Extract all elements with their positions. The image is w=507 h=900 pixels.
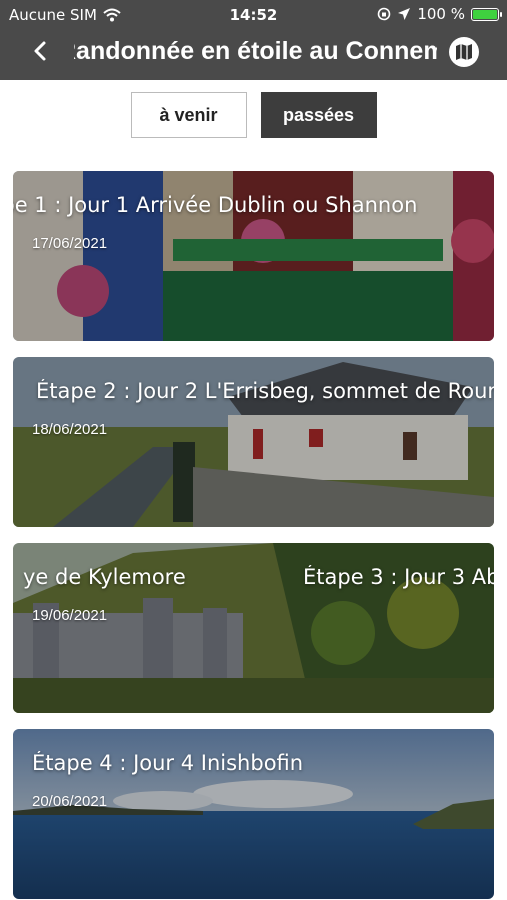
tab-upcoming[interactable]: à venir [130, 92, 247, 138]
card-date: 19/06/2021 [32, 607, 108, 624]
battery-tip [500, 11, 502, 17]
card-date: 17/06/2021 [32, 235, 108, 252]
tab-past[interactable]: passées [260, 92, 377, 138]
status-right: 100 % [377, 5, 502, 23]
stage-card-1[interactable]: Étape 1 : Jour 1 Arrivée Dublin ou Shann… [13, 171, 494, 341]
map-icon [456, 44, 472, 60]
card-title: Étape 4 : Jour 4 Inishbofin [32, 751, 304, 775]
back-button[interactable] [26, 36, 56, 66]
page-title-container: Randonnée en étoile au Connemara [74, 35, 437, 71]
card-title-container: Étape 4 : Jour 4 Inishbofin [13, 751, 494, 785]
card-date: 20/06/2021 [32, 793, 108, 810]
stage-card-4[interactable]: Étape 4 : Jour 4 Inishbofin 20/06/2021 [13, 729, 494, 899]
card-title: Étape 1 : Jour 1 Arrivée Dublin ou Shann… [13, 193, 418, 217]
status-bar: Aucune SIM 14:52 100 % [0, 0, 507, 28]
page-title: Randonnée en étoile au Connemara [74, 37, 437, 65]
chevron-left-icon [34, 41, 46, 61]
location-arrow-icon [398, 8, 411, 20]
navigation-bar: Randonnée en étoile au Connemara [0, 30, 507, 76]
stage-card-3[interactable]: ye de Kylemore Étape 3 : Jour 3 Abbaye d… [13, 543, 494, 713]
top-bar: Aucune SIM 14:52 100 % andonnée en étoil… [0, 0, 507, 80]
card-title-container: ye de Kylemore Étape 3 : Jour 3 Abbaye d… [13, 565, 494, 599]
card-title-wrap-lead: ye de Kylemore [23, 565, 186, 589]
battery-level [473, 9, 497, 19]
card-title: Étape 3 : Jour 3 Abbaye de Kylemore [303, 565, 494, 589]
card-date: 18/06/2021 [32, 421, 108, 438]
card-title: Étape 2 : Jour 2 L'Errisbeg, sommet de R… [36, 379, 494, 403]
stage-card-2[interactable]: Étape 2 : Jour 2 L'Errisbeg, sommet de R… [13, 357, 494, 527]
battery-icon [471, 7, 502, 21]
map-button[interactable] [449, 37, 479, 67]
orientation-lock-icon [378, 7, 391, 21]
card-title-container: Étape 1 : Jour 1 Arrivée Dublin ou Shann… [13, 193, 494, 227]
card-title-container: Étape 2 : Jour 2 L'Errisbeg, sommet de R… [13, 379, 494, 413]
filter-tabs: à venir passées [0, 92, 507, 138]
battery-percent: 100 % [417, 5, 465, 23]
